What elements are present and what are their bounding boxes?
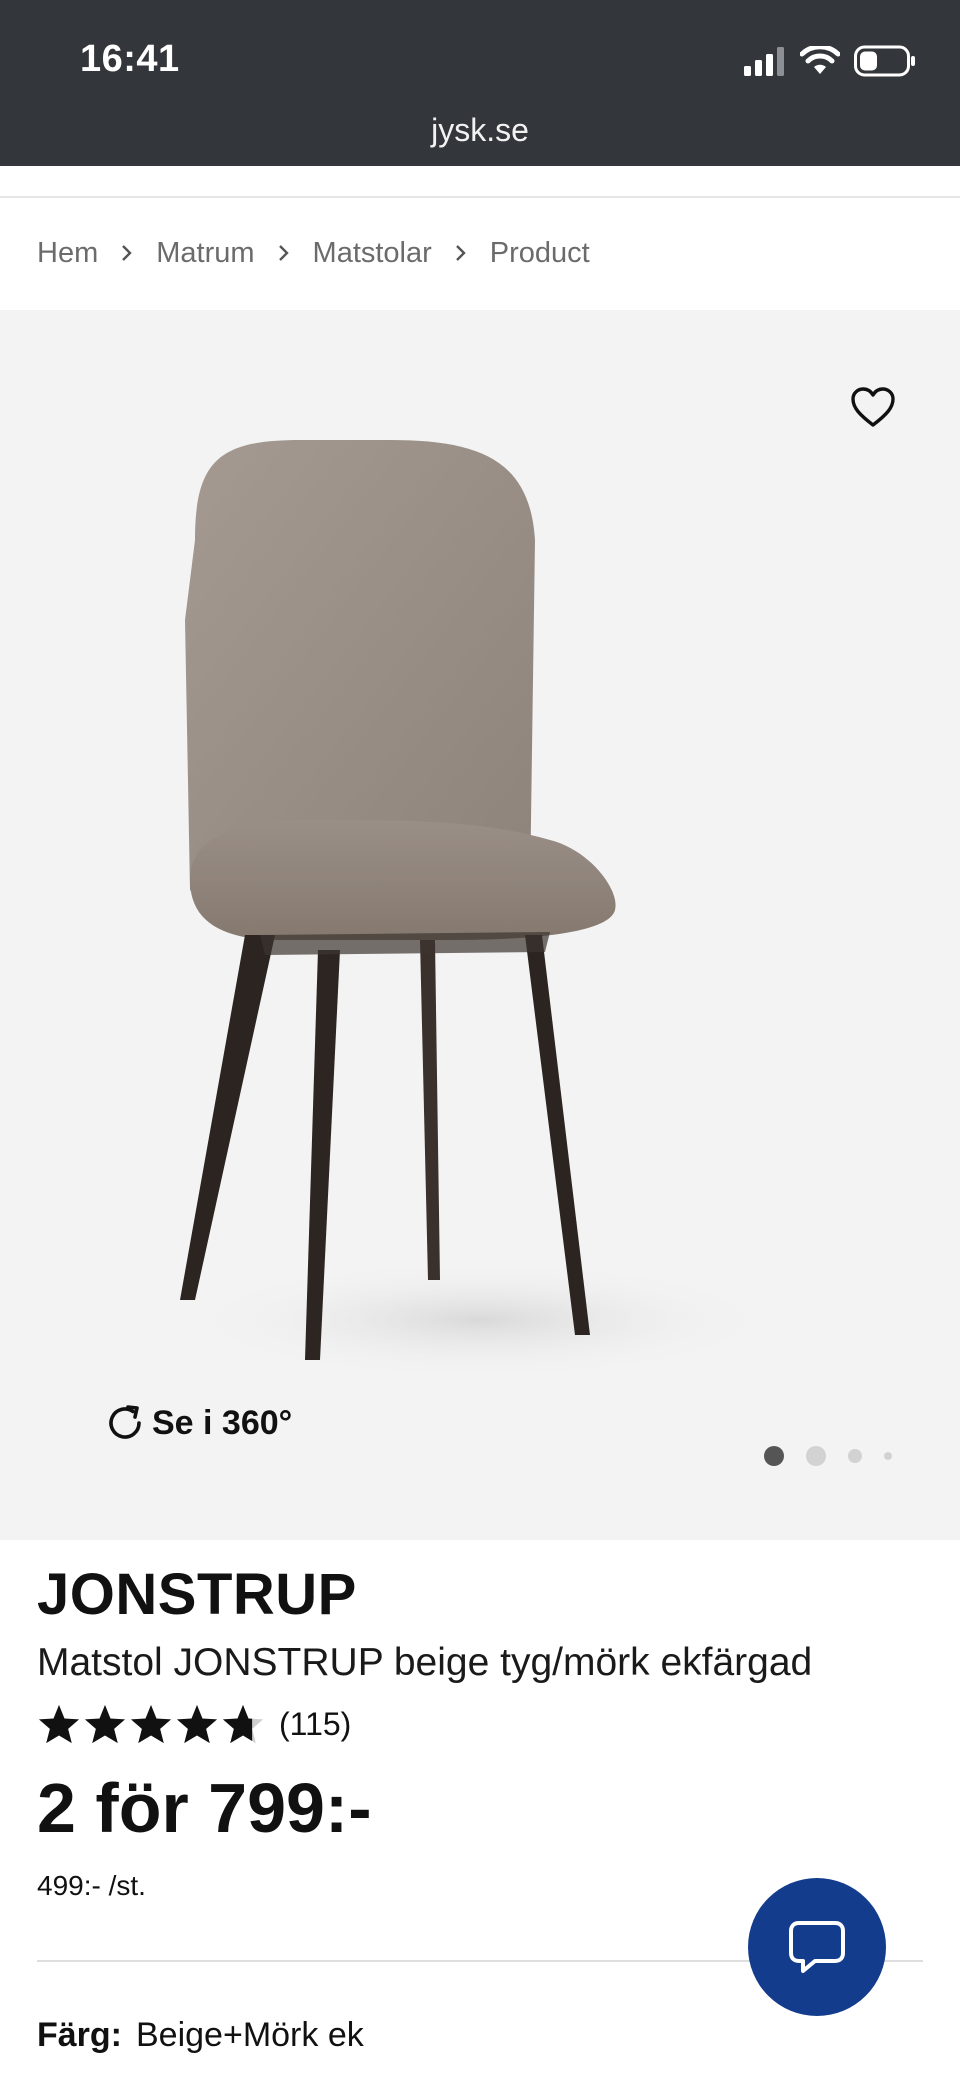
gallery-dot[interactable]	[848, 1449, 862, 1463]
chat-button[interactable]	[748, 1878, 886, 2016]
wifi-icon	[800, 46, 840, 74]
breadcrumb-item-matstolar[interactable]: Matstolar	[313, 237, 432, 270]
heart-icon	[851, 387, 895, 427]
chat-bubble-icon	[789, 1921, 845, 1973]
review-count[interactable]: (115)	[279, 1706, 351, 1743]
product-price: 2 för 799:-	[37, 1769, 372, 1847]
color-label: Färg:	[37, 2016, 122, 2054]
status-bar: 16:41 jysk.se	[0, 0, 960, 166]
product-rating[interactable]: (115)	[37, 1700, 927, 1748]
browser-url[interactable]: jysk.se	[0, 112, 960, 149]
star-icon	[130, 1704, 172, 1744]
product-description: Matstol JONSTRUP beige tyg/mörk ekfärgad	[37, 1641, 813, 1684]
color-selector[interactable]: Färg: Beige+Mörk ek	[37, 2016, 364, 2055]
star-icon	[176, 1704, 218, 1744]
product-info: JONSTRUP Matstol JONSTRUP beige tyg/mörk…	[37, 1560, 927, 1902]
breadcrumb-item-hem[interactable]: Hem	[37, 237, 98, 270]
gallery-pagination	[764, 1446, 892, 1466]
view-360-button[interactable]: Se i 360°	[104, 1402, 292, 1444]
star-icon	[38, 1704, 80, 1744]
product-image-chair	[180, 440, 780, 1380]
status-icons	[742, 44, 916, 78]
chevron-right-icon	[120, 243, 134, 263]
star-icon	[84, 1704, 126, 1744]
chevron-right-icon	[454, 243, 468, 263]
breadcrumb-item-matrum[interactable]: Matrum	[156, 237, 254, 270]
chevron-right-icon	[277, 243, 291, 263]
rotate-icon	[109, 1405, 141, 1439]
rating-stars	[37, 1703, 265, 1745]
view-360-label: Se i 360°	[152, 1403, 293, 1442]
star-partial-icon	[222, 1704, 264, 1744]
favorite-button[interactable]	[848, 382, 898, 432]
gallery-dot[interactable]	[806, 1446, 826, 1466]
product-brand: JONSTRUP	[37, 1562, 357, 1627]
status-time: 16:41	[80, 38, 180, 80]
scrolled-header-remnant	[0, 166, 960, 198]
breadcrumb: Hem Matrum Matstolar Product	[37, 230, 590, 276]
signal-icon	[744, 47, 784, 76]
gallery-dot[interactable]	[884, 1452, 892, 1460]
gallery-dot-active[interactable]	[764, 1446, 784, 1466]
breadcrumb-item-current: Product	[489, 236, 590, 269]
battery-icon	[854, 45, 915, 77]
color-value: Beige+Mörk ek	[136, 2016, 364, 2054]
product-image-gallery[interactable]: Se i 360°	[0, 310, 960, 1540]
